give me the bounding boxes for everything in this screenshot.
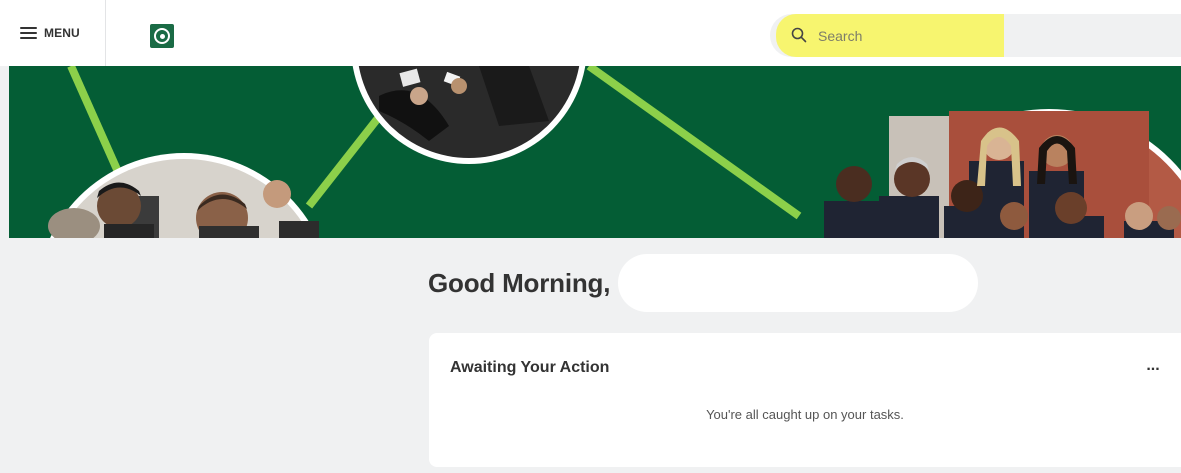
top-bar: MENU [0,0,1181,66]
banner-line [586,66,802,220]
greeting-heading: Good Morning, [428,268,611,298]
banner-line [67,66,123,176]
university-seal-icon[interactable] [150,24,174,48]
students-at-computers-photo [48,153,319,238]
staff-group-photo [824,109,1181,238]
card-empty-message: You're all caught up on your tasks. [706,407,904,422]
search-bar[interactable] [770,14,1181,57]
menu-button[interactable]: MENU [0,0,106,66]
hero-banner [9,66,1181,238]
more-options-button[interactable]: ... [1141,356,1165,376]
redacted-name [618,254,978,312]
menu-label: MENU [44,26,80,40]
banner-artwork [48,66,1181,238]
card-title: Awaiting Your Action [450,359,610,376]
hamburger-icon [20,27,37,39]
search-icon [791,27,807,43]
awaiting-action-card: Awaiting Your Action ... You're all caug… [429,333,1181,467]
search-input[interactable] [816,25,996,47]
graduates-photo [352,66,586,164]
